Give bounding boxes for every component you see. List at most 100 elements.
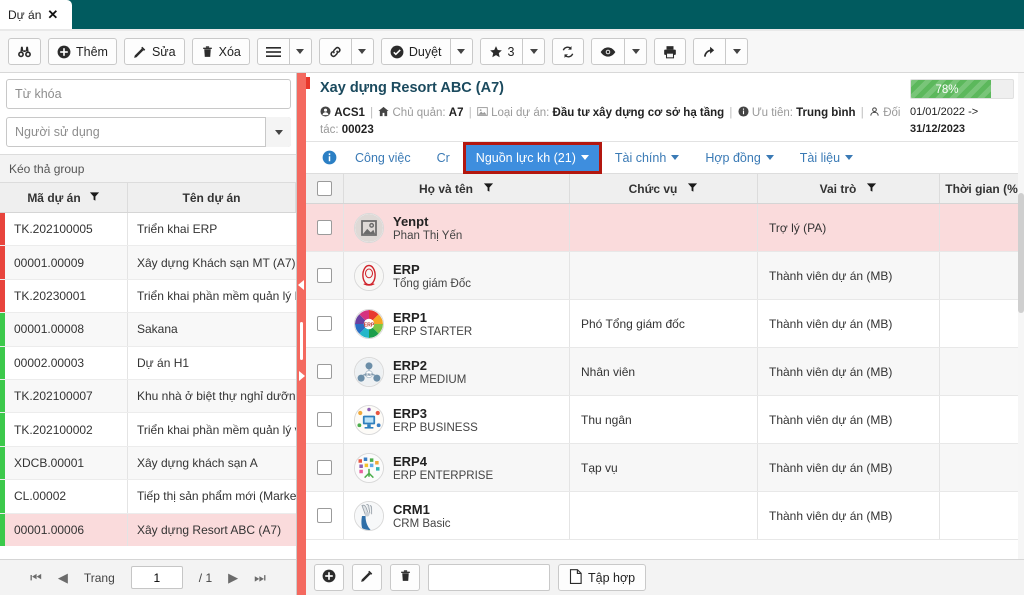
share-button[interactable] — [693, 38, 727, 65]
table-row[interactable]: Yenpt Phan Thị Yến Trợ lý (PA) — [306, 204, 1024, 252]
filter-icon[interactable] — [687, 182, 698, 196]
window-tab-du-an[interactable]: Dự án ✕ — [0, 0, 72, 29]
pencil-icon — [360, 569, 374, 586]
application-window: Dự án ✕ Thêm Sửa Xóa Duyệt 3 Từ khóa Ngư… — [0, 0, 1024, 595]
member-note-input[interactable] — [428, 564, 550, 591]
row-checkbox[interactable] — [317, 508, 332, 523]
column-header-thoi-gian[interactable]: Thời gian (% — [940, 174, 1024, 203]
favorite-button[interactable]: 3 — [479, 38, 524, 65]
project-list-item[interactable]: TK.202100005 Triển khai ERP — [0, 213, 296, 247]
project-code-cell: TK.202100007 — [5, 379, 128, 413]
menu-dropdown-caret[interactable] — [289, 38, 312, 65]
column-header-ma-du-an[interactable]: Mã dự án — [0, 183, 128, 212]
chevron-down-icon — [671, 155, 680, 160]
prev-page-icon[interactable]: ◀ — [58, 570, 68, 586]
project-code-cell: TK.202100002 — [5, 413, 128, 446]
project-list-rows[interactable]: TK.202100005 Triển khai ERP 00001.00009 Xây… — [0, 213, 296, 546]
row-checkbox[interactable] — [317, 316, 332, 331]
member-role-cell-text: Thành viên dự án (MB) — [769, 460, 893, 475]
project-list-item[interactable]: XDCB.00001 Xây dựng khách sạn A — [0, 446, 296, 481]
scrollbar-thumb[interactable] — [1018, 193, 1024, 313]
tab-ngu-n-l-c-kh-21[interactable]: Nguồn lực kh (21) — [462, 141, 602, 174]
project-list-item[interactable]: TK.202100002 Triển khai phần mềm quản lý … — [0, 413, 296, 447]
last-page-icon[interactable]: ⏭ — [254, 570, 266, 586]
row-checkbox[interactable] — [317, 364, 332, 379]
column-header-ho-va-ten[interactable]: Họ và tên — [344, 174, 570, 203]
table-row[interactable]: ERP ERP2 ERP MEDIUM Nhân viên Thành viên dự … — [306, 348, 1024, 396]
approve-dropdown-caret[interactable] — [450, 38, 473, 65]
tab-t-i-li-u[interactable]: Tài liệu — [787, 142, 866, 174]
tab-t-i-ch-nh[interactable]: Tài chính — [602, 142, 692, 174]
table-row[interactable]: ERP ERP1 ERP STARTER Phó Tổng giám đốc Thành… — [306, 300, 1024, 348]
refresh-button[interactable] — [552, 38, 585, 65]
user-select-input[interactable] — [6, 117, 291, 147]
table-row[interactable]: ERP4 ERP ENTERPRISE Tạp vụ Thành viên dự án… — [306, 444, 1024, 492]
pencil-icon — [133, 45, 147, 59]
close-icon[interactable]: ✕ — [47, 8, 58, 21]
tab-cr[interactable]: Cr — [424, 142, 463, 174]
member-edit-button[interactable] — [352, 564, 382, 591]
filter-icon[interactable] — [89, 191, 100, 205]
member-username: CRM1 — [393, 501, 430, 517]
edit-button[interactable]: Sửa — [123, 38, 185, 65]
column-header-vai-tro[interactable]: Vai trò — [758, 174, 940, 203]
print-button[interactable] — [654, 38, 687, 65]
tab-h-p-ng[interactable]: Hợp đồng — [692, 142, 786, 174]
progress-widget: 78% 01/01/2022 -> 31/12/2023 — [910, 79, 1014, 138]
view-dropdown-caret[interactable] — [625, 38, 648, 65]
select-all-checkbox[interactable] — [317, 181, 332, 196]
member-add-button[interactable] — [314, 564, 344, 591]
approve-button[interactable]: Duyệt — [380, 38, 451, 65]
project-name-cell: Xây dựng Khách sạn MT (A7) — [137, 255, 296, 270]
member-username: ERP1 — [393, 309, 427, 325]
view-button[interactable] — [591, 38, 626, 65]
member-username: ERP — [393, 261, 420, 277]
aggregate-button[interactable]: Tập hợp — [558, 564, 647, 591]
delete-button[interactable]: Xóa — [191, 38, 250, 65]
link-button[interactable] — [318, 38, 352, 65]
binoculars-search-button[interactable] — [8, 38, 41, 65]
page-number-input[interactable] — [130, 566, 183, 589]
collapse-left-icon[interactable] — [298, 280, 304, 290]
project-list-item[interactable]: TK.202100007 Khu nhà ở biệt thự nghỉ dưỡn… — [0, 379, 296, 414]
filter-icon[interactable] — [483, 182, 494, 196]
members-grid-scrollbar[interactable] — [1018, 73, 1024, 595]
info-icon[interactable] — [316, 150, 342, 165]
keyword-input[interactable] — [6, 79, 291, 109]
star-icon — [489, 45, 503, 59]
project-list-item[interactable]: 00001.00008 Sakana — [0, 313, 296, 347]
members-grid-rows[interactable]: Yenpt Phan Thị Yến Trợ lý (PA) ERP Tổng giám… — [306, 204, 1024, 540]
table-row[interactable]: CRM1 CRM Basic Thành viên dự án (MB) — [306, 492, 1024, 540]
project-list-item[interactable]: 00002.00003 Dự án H1 — [0, 346, 296, 380]
table-row[interactable]: ERP3 ERP BUSINESS Thu ngân Thành viên dự án… — [306, 396, 1024, 444]
menu-button[interactable] — [256, 38, 290, 65]
favorite-dropdown-caret[interactable] — [523, 38, 546, 65]
link-dropdown-caret[interactable] — [351, 38, 374, 65]
project-list-item[interactable]: CL.00002 Tiếp thị sản phẩm mới (Marketing… — [0, 480, 296, 514]
table-row[interactable]: ERP Tổng giám Đốc Thành viên dự án (MB) — [306, 252, 1024, 300]
main-toolbar: Thêm Sửa Xóa Duyệt 3 — [0, 31, 1024, 73]
user-select-dropdown-button[interactable] — [265, 117, 291, 147]
project-list-item[interactable]: 00001.00006 Xây dựng Resort ABC (A7) — [0, 513, 296, 546]
row-checkbox[interactable] — [317, 268, 332, 283]
share-dropdown-caret[interactable] — [726, 38, 749, 65]
panel-splitter[interactable] — [297, 73, 306, 595]
row-checkbox[interactable] — [317, 220, 332, 235]
column-header-chuc-vu[interactable]: Chức vụ — [570, 174, 758, 203]
next-page-icon[interactable]: ▶ — [228, 570, 238, 586]
group-drop-zone[interactable]: Kéo thả group — [0, 154, 296, 183]
project-list-item[interactable]: TK.20230001 Triển khai phần mềm quản lý D… — [0, 279, 296, 314]
member-delete-button[interactable] — [390, 564, 420, 591]
project-list-item[interactable]: 00001.00009 Xây dựng Khách sạn MT (A7) — [0, 246, 296, 280]
filter-area — [0, 73, 296, 147]
row-checkbox[interactable] — [317, 460, 332, 475]
add-button[interactable]: Thêm — [48, 38, 117, 65]
splitter-handle[interactable] — [300, 322, 303, 360]
row-checkbox[interactable] — [317, 412, 332, 427]
filter-icon[interactable] — [866, 182, 877, 196]
column-header-ten-du-an[interactable]: Tên dự án — [128, 183, 296, 212]
collapse-right-icon[interactable] — [299, 371, 305, 381]
tab-c-ng-vi-c[interactable]: Công việc — [342, 142, 424, 174]
user-select[interactable] — [6, 117, 291, 147]
first-page-icon[interactable]: ⏮ — [30, 570, 42, 586]
